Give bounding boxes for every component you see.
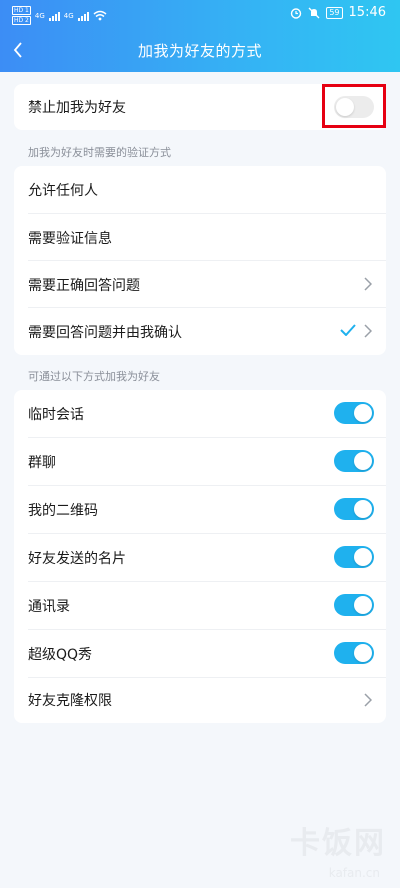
highlight-box xyxy=(322,84,386,128)
method-row: 临时会话 xyxy=(14,390,386,437)
chevron-right-icon xyxy=(364,693,372,707)
network-type-2: 4G xyxy=(63,11,74,20)
option-row[interactable]: 允许任何人 xyxy=(14,166,386,213)
method-row: 群聊 xyxy=(14,438,386,485)
option-label: 需要验证信息 xyxy=(28,230,112,247)
page-title: 加我为好友的方式 xyxy=(137,41,262,60)
sim-indicator: HD 1 HD 2 xyxy=(12,6,31,25)
option-label: 允许任何人 xyxy=(28,182,98,199)
wifi-icon xyxy=(93,10,107,21)
method-label: 超级QQ秀 xyxy=(28,646,93,663)
friend-clone-row[interactable]: 好友克隆权限 xyxy=(14,677,386,723)
header-bar: HD 1 HD 2 4G 4G 59 15:46 加我为好友的方式 xyxy=(0,0,400,72)
methods-card: 临时会话 群聊 我的二维码 好友发送的名片 通讯录 超级QQ秀 好友克隆权限 xyxy=(14,390,386,723)
mute-icon xyxy=(308,7,320,18)
verification-section-label: 加我为好友时需要的验证方式 xyxy=(28,146,171,159)
alarm-icon xyxy=(291,7,302,19)
status-bar: HD 1 HD 2 4G 4G 59 15:46 xyxy=(0,0,400,28)
method-row: 好友发送的名片 xyxy=(14,534,386,581)
sim2-badge: HD 2 xyxy=(12,16,31,25)
option-label: 需要回答问题并由我确认 xyxy=(28,324,182,341)
super-qq-show-toggle[interactable] xyxy=(334,642,374,664)
option-row[interactable]: 需要验证信息 xyxy=(14,214,386,261)
contacts-toggle[interactable] xyxy=(334,594,374,616)
option-row[interactable]: 需要正确回答问题 xyxy=(14,261,386,308)
group-chat-toggle[interactable] xyxy=(334,450,374,472)
method-label: 通讯录 xyxy=(28,598,70,615)
chevron-left-icon xyxy=(13,42,22,58)
chevron-right-icon xyxy=(364,277,372,291)
signal-icon-2 xyxy=(77,11,89,21)
option-label: 需要正确回答问题 xyxy=(28,277,140,294)
methods-section-label: 可通过以下方式加我为好友 xyxy=(28,370,160,383)
battery-icon: 59 xyxy=(326,6,343,19)
sim1-badge: HD 1 xyxy=(12,6,31,15)
temp-chat-toggle[interactable] xyxy=(334,402,374,424)
method-row: 我的二维码 xyxy=(14,486,386,533)
signal-indicators: HD 1 HD 2 4G 4G xyxy=(12,6,107,25)
verification-card: 允许任何人 需要验证信息 需要正确回答问题 需要回答问题并由我确认 xyxy=(14,166,386,355)
clock-time: 15:46 xyxy=(348,5,386,20)
nav-bar: 加我为好友的方式 xyxy=(0,28,400,72)
option-row-selected[interactable]: 需要回答问题并由我确认 xyxy=(14,308,386,355)
qr-code-toggle[interactable] xyxy=(334,498,374,520)
checkmark-icon xyxy=(340,324,356,336)
method-label: 群聊 xyxy=(28,454,56,471)
watermark-logo: 卡饭网 xyxy=(290,826,386,861)
back-button[interactable] xyxy=(6,36,30,64)
method-row: 通讯录 xyxy=(14,582,386,629)
method-label: 好友发送的名片 xyxy=(28,550,126,567)
method-label: 好友克隆权限 xyxy=(28,693,112,709)
method-row: 超级QQ秀 xyxy=(14,630,386,677)
method-label: 我的二维码 xyxy=(28,502,98,519)
method-label: 临时会话 xyxy=(28,406,84,423)
signal-icon xyxy=(48,11,60,21)
status-right: 59 15:46 xyxy=(290,5,386,20)
chevron-right-icon xyxy=(364,324,372,338)
name-card-toggle[interactable] xyxy=(334,546,374,568)
network-type-1: 4G xyxy=(34,11,45,20)
watermark-url: kafan.cn xyxy=(328,866,380,880)
